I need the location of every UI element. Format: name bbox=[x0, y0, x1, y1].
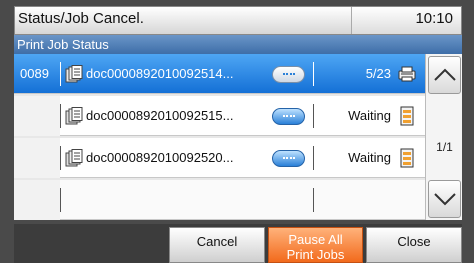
details-button-icon bbox=[283, 73, 295, 76]
scroll-up-button[interactable] bbox=[428, 56, 461, 94]
job-row[interactable]: doc0000892010092520... Waiting bbox=[14, 138, 425, 178]
job-status: Waiting bbox=[348, 150, 391, 165]
job-id bbox=[14, 96, 60, 136]
job-status: 5/23 bbox=[365, 66, 391, 81]
screen-title: Status/Job Cancel. bbox=[18, 10, 144, 27]
job-list-panel: 0089 doc0000892010092514... 5/23 doc0000… bbox=[14, 54, 462, 220]
pause-all-label-line1: Pause All bbox=[288, 232, 343, 247]
column-divider bbox=[60, 104, 61, 128]
column-divider bbox=[60, 188, 61, 212]
printer-icon bbox=[398, 66, 416, 82]
subheader-label: Print Job Status bbox=[17, 37, 109, 52]
document-name: doc0000892010092515... bbox=[86, 108, 234, 123]
cancel-button-label: Cancel bbox=[196, 234, 238, 249]
job-id: 0089 bbox=[20, 66, 49, 81]
empty-job-row bbox=[14, 180, 425, 220]
document-name: doc0000892010092520... bbox=[86, 150, 234, 165]
scroll-column: 1/1 bbox=[425, 54, 462, 220]
title-bar: Status/Job Cancel. 10:10 bbox=[14, 6, 462, 35]
document-stack-icon bbox=[65, 65, 83, 83]
document-name: doc0000892010092514... bbox=[86, 66, 234, 81]
close-button[interactable]: Close bbox=[366, 227, 462, 263]
clock-time: 10:10 bbox=[415, 10, 453, 27]
job-row[interactable]: 0089 doc0000892010092514... 5/23 bbox=[14, 54, 425, 94]
column-divider bbox=[60, 146, 61, 170]
details-button[interactable] bbox=[272, 66, 305, 83]
job-id bbox=[14, 138, 60, 178]
column-divider bbox=[313, 188, 314, 212]
job-row[interactable]: doc0000892010092515... Waiting bbox=[14, 96, 425, 136]
close-button-label: Close bbox=[397, 234, 431, 249]
column-divider bbox=[60, 62, 61, 86]
bottom-action-bar: Cancel Pause All Print Jobs Close bbox=[14, 224, 462, 263]
pause-all-print-jobs-button[interactable]: Pause All Print Jobs bbox=[268, 227, 363, 263]
chevron-up-icon bbox=[434, 68, 456, 81]
pause-all-label-line2: Print Jobs bbox=[286, 247, 345, 262]
waiting-queue-icon bbox=[400, 148, 414, 168]
subheader-bar: Print Job Status bbox=[14, 35, 462, 54]
column-divider bbox=[313, 146, 314, 170]
status-job-cancel-screen: Status/Job Cancel. 10:10 Print Job Statu… bbox=[0, 0, 474, 263]
waiting-queue-icon bbox=[400, 106, 414, 126]
details-button[interactable] bbox=[272, 108, 305, 125]
clock-area: 10:10 bbox=[351, 7, 461, 34]
details-button-icon bbox=[283, 115, 295, 118]
page-indicator: 1/1 bbox=[436, 140, 453, 154]
details-button[interactable] bbox=[272, 150, 305, 167]
chevron-down-icon bbox=[434, 193, 456, 206]
scroll-down-button[interactable] bbox=[428, 180, 461, 218]
column-divider bbox=[313, 62, 314, 86]
details-button-icon bbox=[283, 157, 295, 160]
column-divider bbox=[313, 104, 314, 128]
job-list: 0089 doc0000892010092514... 5/23 doc0000… bbox=[14, 54, 425, 220]
document-stack-icon bbox=[65, 149, 83, 167]
document-stack-icon bbox=[65, 107, 83, 125]
job-id-empty bbox=[14, 180, 60, 220]
job-status: Waiting bbox=[348, 108, 391, 123]
cancel-button[interactable]: Cancel bbox=[169, 227, 265, 263]
